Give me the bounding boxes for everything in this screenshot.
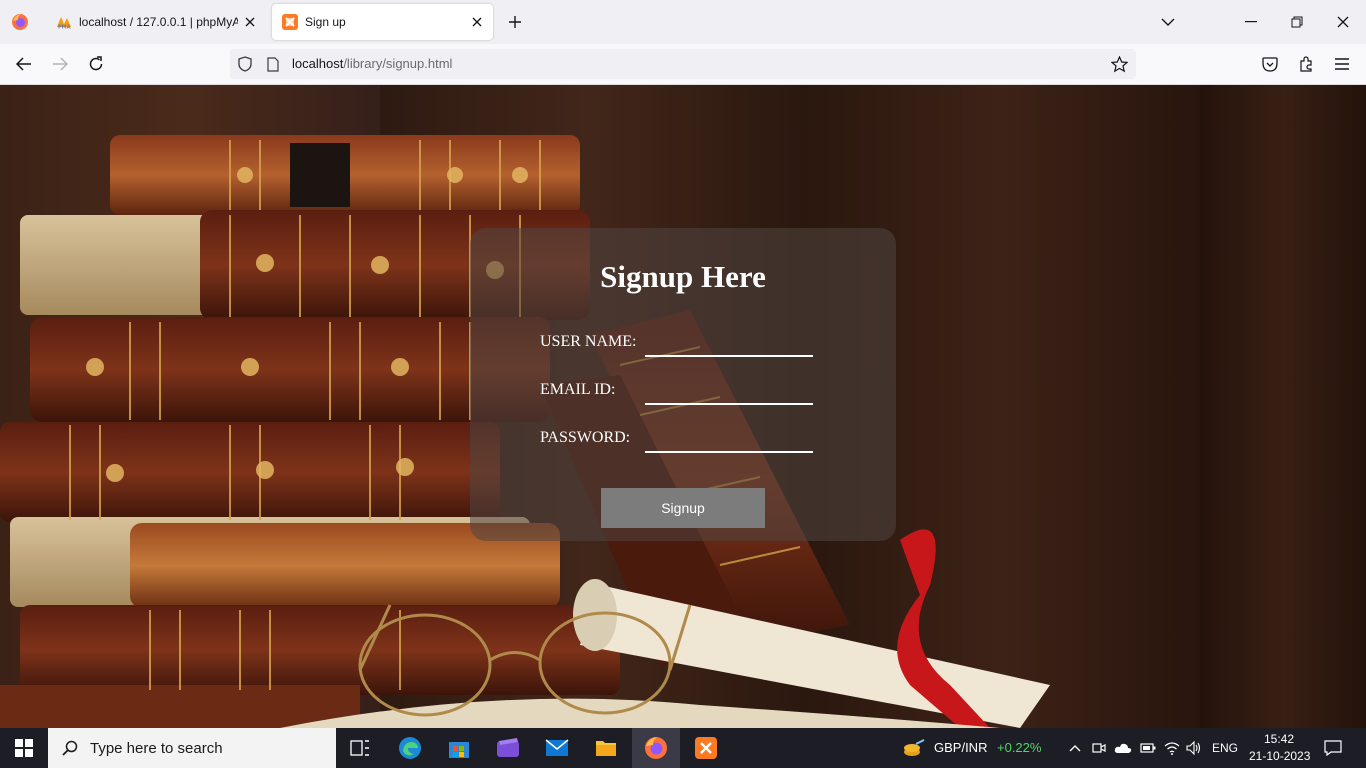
tab-title: localhost / 127.0.0.1 | phpMyAdmin	[79, 15, 238, 29]
svg-text:PMA: PMA	[58, 25, 71, 30]
clock-time[interactable]: 15:42	[1264, 732, 1294, 746]
restore-icon[interactable]	[1274, 0, 1320, 44]
file-explorer-icon[interactable]	[586, 728, 626, 768]
stock-ticker-icon[interactable]	[900, 728, 928, 768]
close-tab-icon[interactable]	[238, 10, 262, 34]
tab-strip: PMA localhost / 127.0.0.1 | phpMyAdmin S…	[0, 0, 1366, 44]
onedrive-icon[interactable]	[1112, 728, 1134, 768]
navigation-bar: localhost/library/signup.html	[0, 44, 1366, 85]
bookmark-star-icon[interactable]	[1110, 55, 1128, 73]
meet-now-icon[interactable]	[1090, 728, 1108, 768]
shield-icon[interactable]	[236, 55, 254, 73]
ticker-symbol[interactable]: GBP/INR	[934, 740, 987, 755]
battery-icon[interactable]	[1138, 728, 1158, 768]
list-all-tabs-icon[interactable]	[1156, 10, 1180, 34]
signup-button[interactable]: Signup	[601, 488, 765, 528]
username-label: USER NAME:	[540, 333, 637, 350]
reload-icon[interactable]	[82, 50, 110, 78]
volume-icon[interactable]	[1184, 728, 1204, 768]
task-view-icon[interactable]	[340, 728, 380, 768]
taskbar: Type here to search GBP/INR +0.22% ENG 1…	[0, 728, 1366, 768]
close-tab-icon[interactable]	[465, 10, 489, 34]
form-heading: Signup Here	[600, 259, 766, 294]
tab-sign-up[interactable]: Sign up	[272, 4, 493, 40]
pocket-icon[interactable]	[1256, 50, 1284, 78]
wifi-icon[interactable]	[1162, 728, 1182, 768]
page-viewport: Signup Here USER NAME: EMAIL ID: PASSWOR…	[0, 85, 1366, 728]
signup-form: Signup Here USER NAME: EMAIL ID: PASSWOR…	[470, 228, 896, 541]
mail-icon[interactable]	[537, 728, 577, 768]
windows-start-icon[interactable]	[0, 728, 48, 768]
xampp-icon	[282, 14, 298, 30]
tab-phpmyadmin[interactable]: PMA localhost / 127.0.0.1 | phpMyAdmin	[46, 4, 266, 40]
url-host: localhost	[292, 56, 344, 71]
menu-icon[interactable]	[1328, 50, 1356, 78]
email-label: EMAIL ID:	[540, 381, 616, 398]
ticker-change[interactable]: +0.22%	[997, 740, 1041, 755]
page-icon[interactable]	[264, 55, 282, 73]
microsoft-store-icon[interactable]	[439, 728, 479, 768]
new-tab-icon[interactable]	[503, 10, 527, 34]
phpmyadmin-icon: PMA	[56, 14, 72, 30]
password-label: PASSWORD:	[540, 429, 631, 446]
email-input[interactable]	[645, 383, 813, 405]
taskbar-search-box[interactable]: Type here to search	[48, 728, 336, 768]
username-input[interactable]	[645, 335, 813, 357]
url-path: /library/signup.html	[343, 56, 453, 71]
close-window-icon[interactable]	[1320, 0, 1366, 44]
chevron-up-icon[interactable]	[1066, 728, 1084, 768]
forward-icon[interactable]	[46, 50, 74, 78]
extensions-icon[interactable]	[1292, 50, 1320, 78]
language-indicator[interactable]: ENG	[1212, 741, 1238, 755]
password-input[interactable]	[645, 431, 813, 453]
tab-title: Sign up	[305, 15, 346, 29]
url-text: localhost/library/signup.html	[292, 56, 452, 71]
clock-date[interactable]: 21-10-2023	[1249, 749, 1310, 763]
back-icon[interactable]	[10, 50, 38, 78]
edge-icon[interactable]	[390, 728, 430, 768]
url-bar[interactable]: localhost/library/signup.html	[230, 49, 1136, 79]
search-placeholder: Type here to search	[90, 739, 223, 757]
firefox-taskbar-icon[interactable]	[632, 728, 680, 768]
search-icon	[62, 740, 78, 756]
notifications-icon[interactable]	[1318, 728, 1348, 768]
minimize-icon[interactable]	[1228, 0, 1274, 44]
firefox-view-icon[interactable]	[8, 10, 32, 34]
xampp-taskbar-icon[interactable]	[684, 728, 728, 768]
clipchamp-icon[interactable]	[488, 728, 528, 768]
